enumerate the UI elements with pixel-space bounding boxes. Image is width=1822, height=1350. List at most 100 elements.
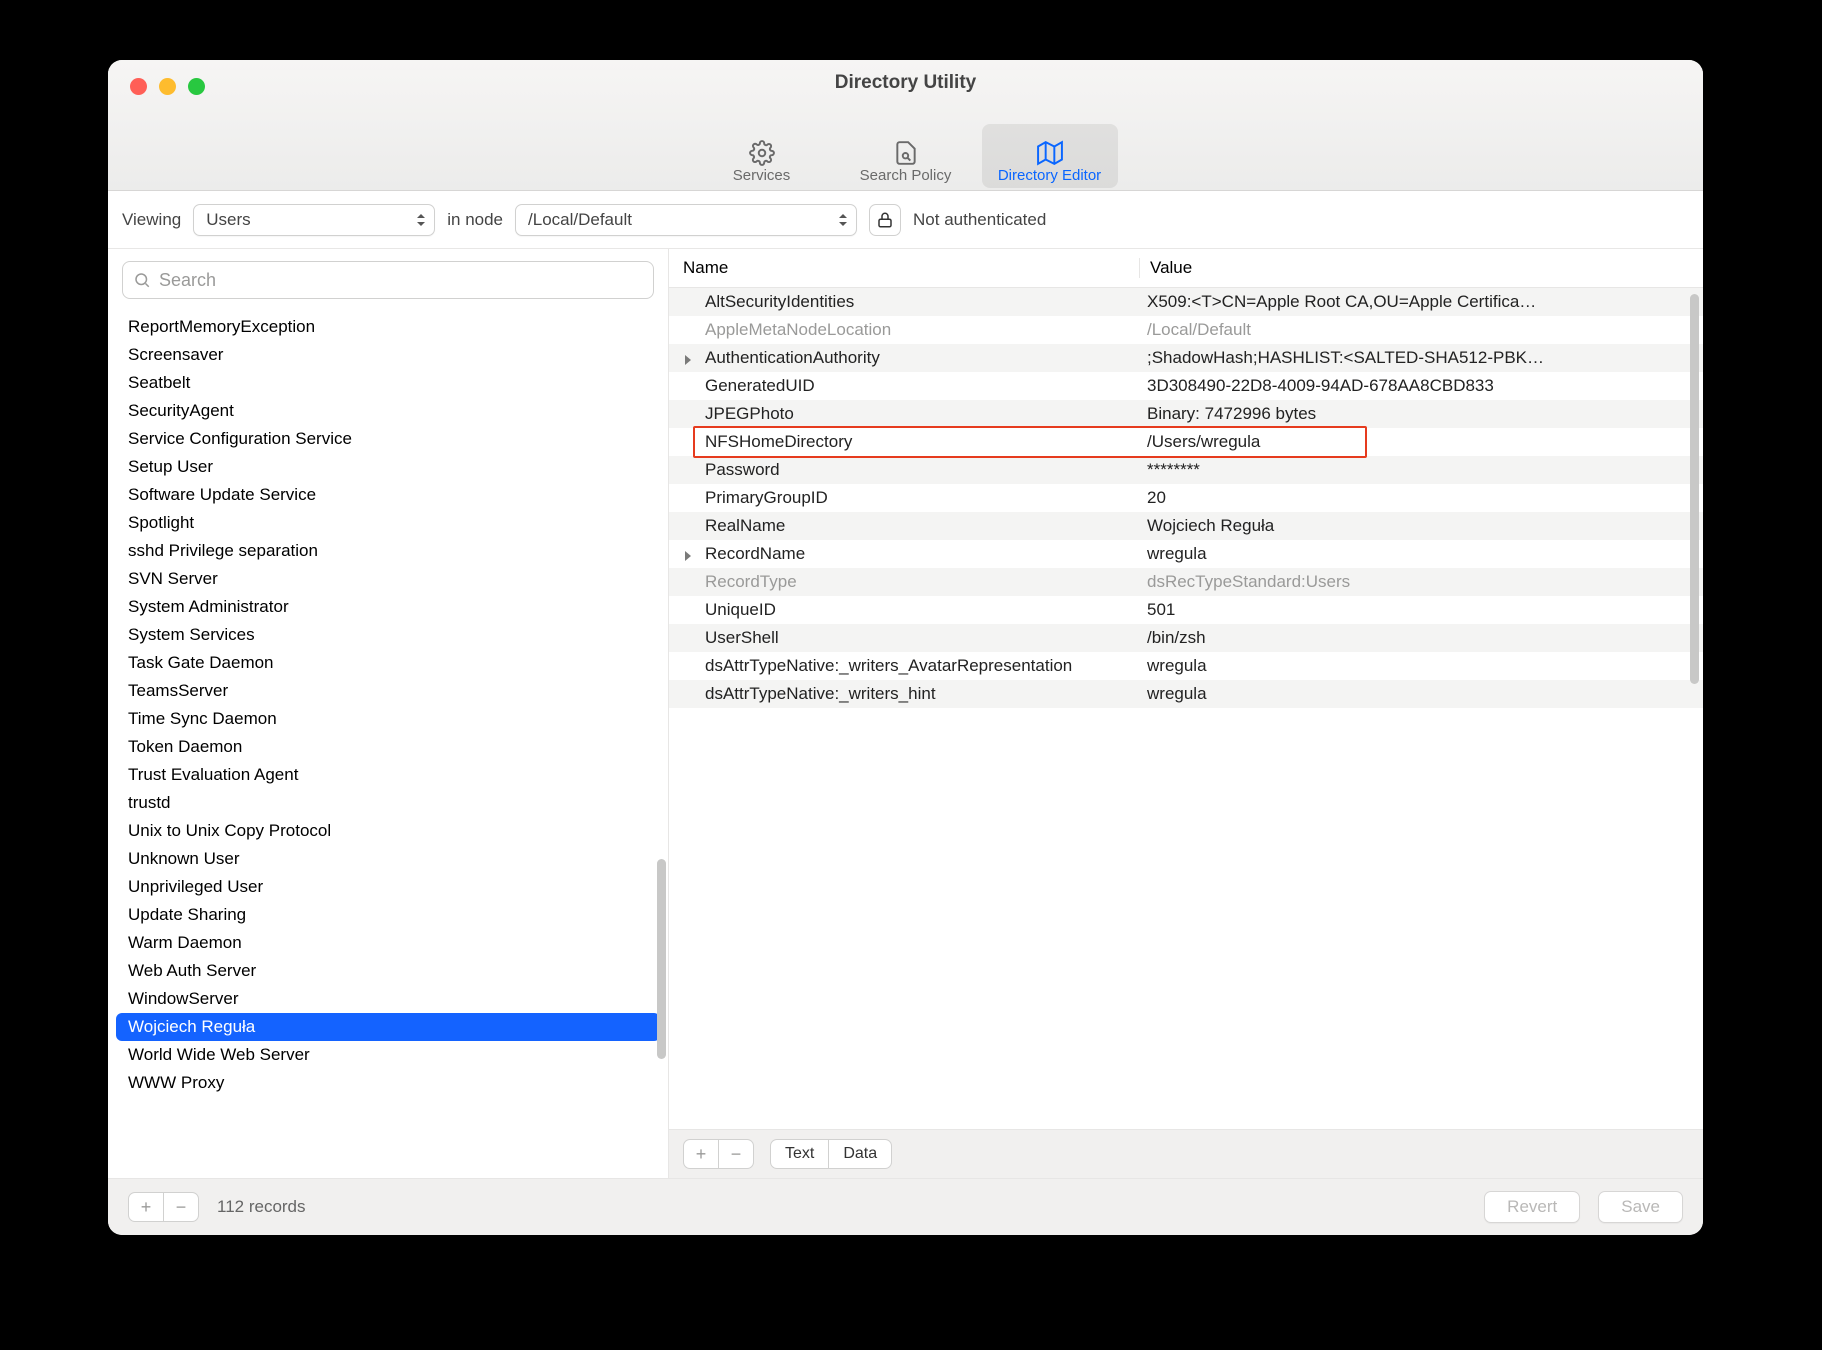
list-item[interactable]: Unknown User — [108, 845, 668, 873]
disclosure-caret-icon[interactable] — [685, 355, 691, 365]
detail-scrollbar[interactable] — [1690, 294, 1699, 684]
search-input[interactable]: Search — [122, 261, 654, 299]
list-item[interactable]: Unprivileged User — [108, 873, 668, 901]
list-item[interactable]: TeamsServer — [108, 677, 668, 705]
list-item[interactable]: Wojciech Reguła — [116, 1013, 660, 1041]
table-row[interactable]: NFSHomeDirectory/Users/wregula — [669, 428, 1703, 456]
table-row[interactable]: UserShell/bin/zsh — [669, 624, 1703, 652]
list-item[interactable]: Setup User — [108, 453, 668, 481]
attribute-name: RealName — [669, 516, 1139, 536]
attribute-name: UniqueID — [669, 600, 1139, 620]
in-node-label: in node — [447, 210, 503, 230]
list-item[interactable]: Trust Evaluation Agent — [108, 761, 668, 789]
table-row[interactable]: GeneratedUID3D308490-22D8-4009-94AD-678A… — [669, 372, 1703, 400]
list-item[interactable]: WindowServer — [108, 985, 668, 1013]
list-item[interactable]: trustd — [108, 789, 668, 817]
sidebar-scrollbar[interactable] — [657, 859, 666, 1059]
list-item[interactable]: Warm Daemon — [108, 929, 668, 957]
list-item[interactable]: Task Gate Daemon — [108, 649, 668, 677]
attribute-name: PrimaryGroupID — [669, 488, 1139, 508]
list-item[interactable]: System Administrator — [108, 593, 668, 621]
filterbar: Viewing Users in node /Local/Default Not… — [108, 191, 1703, 249]
list-item[interactable]: SVN Server — [108, 565, 668, 593]
tab-label: Directory Editor — [998, 167, 1101, 184]
attribute-value: wregula — [1139, 684, 1703, 704]
tab-services[interactable]: Services — [694, 124, 830, 188]
list-item[interactable]: World Wide Web Server — [108, 1041, 668, 1069]
tab-search-policy[interactable]: Search Policy — [838, 124, 974, 188]
node-select[interactable]: /Local/Default — [515, 204, 857, 236]
node-value: /Local/Default — [528, 210, 632, 230]
list-item[interactable]: Unix to Unix Copy Protocol — [108, 817, 668, 845]
viewing-select[interactable]: Users — [193, 204, 435, 236]
attribute-name: dsAttrTypeNative:_writers_AvatarRepresen… — [669, 656, 1139, 676]
table-row[interactable]: AltSecurityIdentitiesX509:<T>CN=Apple Ro… — [669, 288, 1703, 316]
document-search-icon — [890, 139, 922, 167]
add-remove-pair: + − — [683, 1139, 754, 1169]
add-attribute-button[interactable]: + — [684, 1140, 718, 1168]
attribute-value: X509:<T>CN=Apple Root CA,OU=Apple Certif… — [1139, 292, 1703, 312]
table-row[interactable]: RecordTypedsRecTypeStandard:Users — [669, 568, 1703, 596]
attribute-name: AppleMetaNodeLocation — [669, 320, 1139, 340]
table-row[interactable]: RealNameWojciech Reguła — [669, 512, 1703, 540]
segment-data[interactable]: Data — [828, 1140, 891, 1168]
attribute-value: Wojciech Reguła — [1139, 516, 1703, 536]
table-row[interactable]: RecordNamewregula — [669, 540, 1703, 568]
remove-record-button[interactable]: − — [163, 1193, 198, 1221]
lock-icon — [876, 211, 894, 229]
sidebar: Search ReportMemoryExceptionScreensaverS… — [108, 249, 669, 1178]
detail-pane: Name Value AltSecurityIdentitiesX509:<T>… — [669, 249, 1703, 1178]
attribute-name: RecordName — [669, 544, 1139, 564]
table-row[interactable]: AuthenticationAuthority;ShadowHash;HASHL… — [669, 344, 1703, 372]
list-item[interactable]: Update Sharing — [108, 901, 668, 929]
viewing-label: Viewing — [122, 210, 181, 230]
list-item[interactable]: Time Sync Daemon — [108, 705, 668, 733]
table-row[interactable]: UniqueID501 — [669, 596, 1703, 624]
revert-button[interactable]: Revert — [1484, 1191, 1580, 1223]
attribute-table[interactable]: AltSecurityIdentitiesX509:<T>CN=Apple Ro… — [669, 288, 1703, 1129]
table-row[interactable]: dsAttrTypeNative:_writers_hintwregula — [669, 680, 1703, 708]
add-record-button[interactable]: + — [129, 1193, 163, 1221]
remove-attribute-button[interactable]: − — [718, 1140, 753, 1168]
attribute-value: 20 — [1139, 488, 1703, 508]
table-row[interactable]: JPEGPhotoBinary: 7472996 bytes — [669, 400, 1703, 428]
list-item[interactable]: Service Configuration Service — [108, 425, 668, 453]
tab-directory-editor[interactable]: Directory Editor — [982, 124, 1118, 188]
toolbar-tabs: Services Search Policy — [108, 124, 1703, 188]
table-row[interactable]: AppleMetaNodeLocation/Local/Default — [669, 316, 1703, 344]
attribute-name: GeneratedUID — [669, 376, 1139, 396]
attribute-value: dsRecTypeStandard:Users — [1139, 572, 1703, 592]
column-header-value[interactable]: Value — [1139, 258, 1663, 278]
list-item[interactable]: Software Update Service — [108, 481, 668, 509]
list-item[interactable]: sshd Privilege separation — [108, 537, 668, 565]
attribute-value: /Local/Default — [1139, 320, 1703, 340]
attribute-value: /bin/zsh — [1139, 628, 1703, 648]
attribute-value: ;ShadowHash;HASHLIST:<SALTED-SHA512-PBK… — [1139, 348, 1703, 368]
segment-text[interactable]: Text — [771, 1140, 828, 1168]
sidebar-list[interactable]: ReportMemoryExceptionScreensaverSeatbelt… — [108, 309, 668, 1178]
list-item[interactable]: WWW Proxy — [108, 1069, 668, 1097]
records-count: 112 records — [217, 1197, 306, 1217]
table-row[interactable]: dsAttrTypeNative:_writers_AvatarRepresen… — [669, 652, 1703, 680]
list-item[interactable]: Seatbelt — [108, 369, 668, 397]
list-item[interactable]: Web Auth Server — [108, 957, 668, 985]
disclosure-caret-icon[interactable] — [685, 551, 691, 561]
column-header-name[interactable]: Name — [669, 258, 1139, 278]
list-item[interactable]: Token Daemon — [108, 733, 668, 761]
add-remove-records: + − — [128, 1192, 199, 1222]
table-row[interactable]: PrimaryGroupID20 — [669, 484, 1703, 512]
table-row[interactable]: Password******** — [669, 456, 1703, 484]
attribute-value: 501 — [1139, 600, 1703, 620]
window-title: Directory Utility — [108, 72, 1703, 94]
list-item[interactable]: Screensaver — [108, 341, 668, 369]
app-window: Directory Utility Services — [108, 60, 1703, 1235]
save-button[interactable]: Save — [1598, 1191, 1683, 1223]
attribute-name: AltSecurityIdentities — [669, 292, 1139, 312]
list-item[interactable]: System Services — [108, 621, 668, 649]
lock-button[interactable] — [869, 204, 901, 236]
list-item[interactable]: Spotlight — [108, 509, 668, 537]
list-item[interactable]: SecurityAgent — [108, 397, 668, 425]
attribute-name: JPEGPhoto — [669, 404, 1139, 424]
list-item[interactable]: ReportMemoryException — [108, 313, 668, 341]
table-header: Name Value — [669, 249, 1703, 288]
